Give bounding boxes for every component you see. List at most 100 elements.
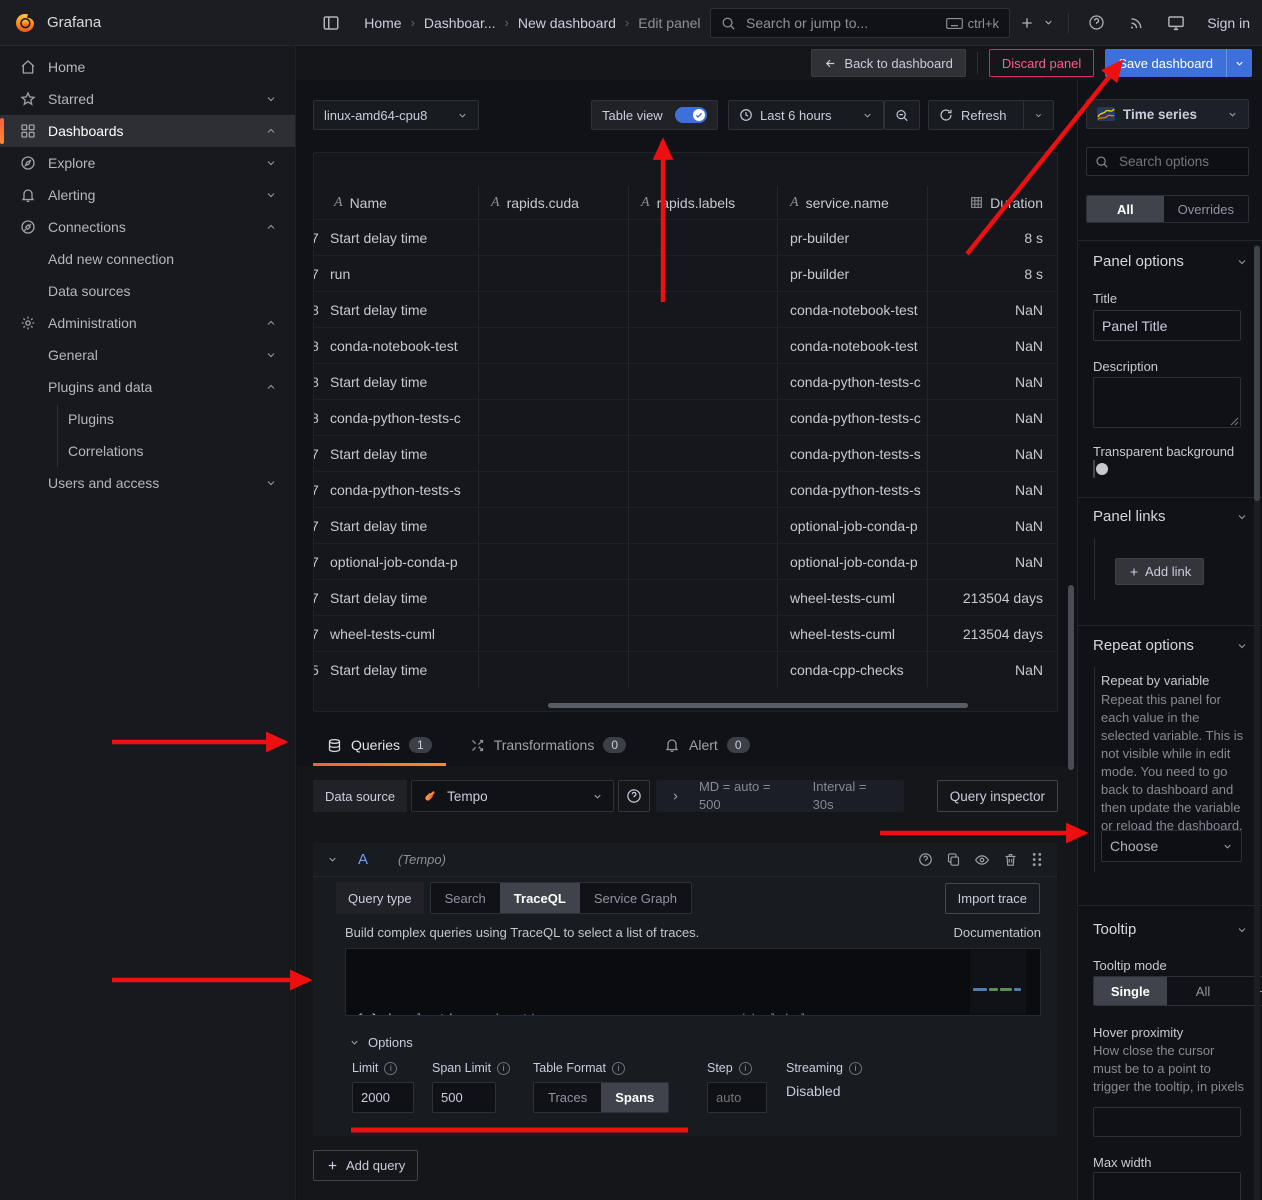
column-header-rapids-cuda[interactable]: Arapids.cuda xyxy=(479,186,629,219)
table-row[interactable]: 7Start delay timeoptional-job-conda-pNaN xyxy=(314,507,1057,543)
transparent-bg-toggle[interactable] xyxy=(1093,460,1095,478)
table-row[interactable]: 7Start delay timeconda-python-tests-sNaN xyxy=(314,435,1057,471)
column-header-duration[interactable]: Duration xyxy=(928,186,1057,219)
sidebar-item-home[interactable]: Home xyxy=(0,51,295,83)
hover-proximity-input[interactable] xyxy=(1093,1107,1241,1137)
span-limit-input[interactable] xyxy=(432,1082,496,1113)
editor-scrollbar[interactable] xyxy=(1068,585,1074,770)
query-type-service-graph[interactable]: Service Graph xyxy=(580,883,691,913)
panel-options-header[interactable]: Panel options xyxy=(1093,253,1248,270)
query-options-collapsed[interactable]: MD = auto = 500 Interval = 30s xyxy=(656,780,904,812)
table-format-traces[interactable]: Traces xyxy=(534,1083,601,1112)
grafana-logo[interactable] xyxy=(13,11,37,35)
panel-links-header[interactable]: Panel links xyxy=(1093,508,1248,525)
discard-panel-button[interactable]: Discard panel xyxy=(989,49,1095,77)
refresh-button[interactable]: Refresh xyxy=(928,100,1024,130)
add-menu-button[interactable] xyxy=(1016,8,1038,38)
sidebar-item-starred[interactable]: Starred xyxy=(0,83,295,115)
sidebar-item-connections[interactable]: Connections xyxy=(0,211,295,243)
help-icon[interactable] xyxy=(1081,8,1111,38)
max-width-input[interactable] xyxy=(1093,1172,1241,1200)
repeat-variable-select[interactable]: Choose xyxy=(1101,830,1242,862)
table-row[interactable]: 7optional-job-conda-poptional-job-conda-… xyxy=(314,543,1057,579)
add-query-button[interactable]: Add query xyxy=(313,1150,418,1181)
sidebar-item-dashboards[interactable]: Dashboards xyxy=(0,115,295,147)
table-row[interactable]: 7wheel-tests-cumlwheel-tests-cuml213504 … xyxy=(314,615,1057,651)
dock-menu-icon[interactable] xyxy=(316,8,346,38)
query-type-traceql[interactable]: TraceQL xyxy=(500,883,580,913)
repeat-options-header[interactable]: Repeat options xyxy=(1093,637,1248,654)
tooltip-mode-all[interactable]: All xyxy=(1167,977,1240,1005)
table-row[interactable]: 7Start delay timepr-builder8 s xyxy=(314,219,1057,255)
datasource-picker[interactable]: Tempo xyxy=(411,780,614,812)
duplicate-query-icon[interactable] xyxy=(946,852,961,867)
drag-handle-icon[interactable] xyxy=(1031,852,1043,867)
column-header-name[interactable]: AName xyxy=(314,186,479,219)
options-scrollbar-thumb[interactable] xyxy=(1254,246,1260,501)
news-icon[interactable] xyxy=(1121,8,1151,38)
visualization-picker[interactable]: Time series xyxy=(1086,99,1249,129)
disable-query-eye-icon[interactable] xyxy=(974,852,990,868)
sidebar-item-users-and-access[interactable]: Users and access xyxy=(0,467,295,499)
breadcrumb-item[interactable]: Dashboar... xyxy=(424,15,496,31)
table-row[interactable]: 8conda-notebook-testconda-notebook-testN… xyxy=(314,327,1057,363)
datasource-help-button[interactable] xyxy=(618,780,650,812)
time-range-picker[interactable]: Last 6 hours xyxy=(728,100,884,130)
resize-handle-icon[interactable] xyxy=(1230,417,1239,426)
panel-title-input[interactable] xyxy=(1093,310,1241,341)
table-row[interactable]: 8Start delay timeconda-notebook-testNaN xyxy=(314,291,1057,327)
tab-queries[interactable]: Queries1 xyxy=(313,724,446,766)
description-textarea[interactable] xyxy=(1093,377,1241,428)
tab-transformations[interactable]: Transformations0 xyxy=(456,724,640,766)
table-row[interactable]: 8Start delay timeconda-python-tests-cNaN xyxy=(314,363,1057,399)
table-row[interactable]: 7runpr-builder8 s xyxy=(314,255,1057,291)
sidebar-item-plugins-and-data[interactable]: Plugins and data xyxy=(0,371,295,403)
query-help-icon[interactable] xyxy=(918,852,933,867)
table-row[interactable]: 5Start delay timeconda-cpp-checksNaN xyxy=(314,651,1057,687)
sidebar-item-plugins[interactable]: Plugins xyxy=(0,403,295,435)
scope-all[interactable]: All xyxy=(1087,196,1164,222)
table-row[interactable]: 7Start delay timewheel-tests-cuml213504 … xyxy=(314,579,1057,615)
refresh-interval-caret[interactable] xyxy=(1024,100,1054,130)
add-menu-caret-icon[interactable] xyxy=(1040,8,1056,38)
sidebar-item-data-sources[interactable]: Data sources xyxy=(0,275,295,307)
documentation-link[interactable]: Documentation xyxy=(954,925,1041,940)
query-row-header[interactable]: A (Tempo) xyxy=(313,843,1057,877)
back-to-dashboard-button[interactable]: Back to dashboard xyxy=(811,49,965,77)
save-dashboard-caret[interactable] xyxy=(1226,49,1252,77)
column-header-service-name[interactable]: Aservice.name xyxy=(778,186,928,219)
step-input[interactable] xyxy=(707,1082,767,1113)
zoom-out-button[interactable] xyxy=(884,100,920,130)
import-trace-button[interactable]: Import trace xyxy=(945,883,1040,914)
search-field[interactable] xyxy=(744,14,946,32)
breadcrumb-item[interactable]: New dashboard xyxy=(518,15,616,31)
traceql-code-editor[interactable]: { } | select(span:duration, span:name, r… xyxy=(345,948,1041,1016)
search-input[interactable]: ctrl+k xyxy=(710,8,1010,38)
tooltip-header[interactable]: Tooltip xyxy=(1093,921,1248,938)
search-options-input[interactable] xyxy=(1117,153,1227,170)
query-type-search[interactable]: Search xyxy=(431,883,500,913)
sidebar-item-alerting[interactable]: Alerting xyxy=(0,179,295,211)
sidebar-item-general[interactable]: General xyxy=(0,339,295,371)
limit-input[interactable] xyxy=(352,1082,414,1113)
save-dashboard-button[interactable]: Save dashboard xyxy=(1105,49,1226,77)
sidebar-item-add-new-connection[interactable]: Add new connection xyxy=(0,243,295,275)
table-row[interactable]: 8conda-python-tests-cconda-python-tests-… xyxy=(314,399,1057,435)
query-inspector-button[interactable]: Query inspector xyxy=(937,780,1058,812)
monitor-icon[interactable] xyxy=(1161,8,1191,38)
search-options-box[interactable] xyxy=(1086,147,1249,176)
scope-overrides[interactable]: Overrides xyxy=(1164,196,1248,222)
breadcrumb-item[interactable]: Home xyxy=(364,15,401,31)
column-header-rapids-labels[interactable]: Arapids.labels xyxy=(629,186,778,219)
table-horizontal-scrollbar[interactable] xyxy=(548,703,968,708)
table-format-spans[interactable]: Spans xyxy=(601,1083,668,1112)
options-collapse-header[interactable]: Options xyxy=(349,1035,413,1050)
add-link-button[interactable]: Add link xyxy=(1115,558,1204,585)
tab-alert[interactable]: Alert0 xyxy=(650,724,763,766)
table-row[interactable]: 7conda-python-tests-sconda-python-tests-… xyxy=(314,471,1057,507)
sidebar-item-correlations[interactable]: Correlations xyxy=(0,435,295,467)
variable-select[interactable]: linux-amd64-cpu8 xyxy=(313,100,479,130)
table-view-toggle[interactable] xyxy=(675,107,707,123)
sidebar-item-administration[interactable]: Administration xyxy=(0,307,295,339)
sidebar-item-explore[interactable]: Explore xyxy=(0,147,295,179)
